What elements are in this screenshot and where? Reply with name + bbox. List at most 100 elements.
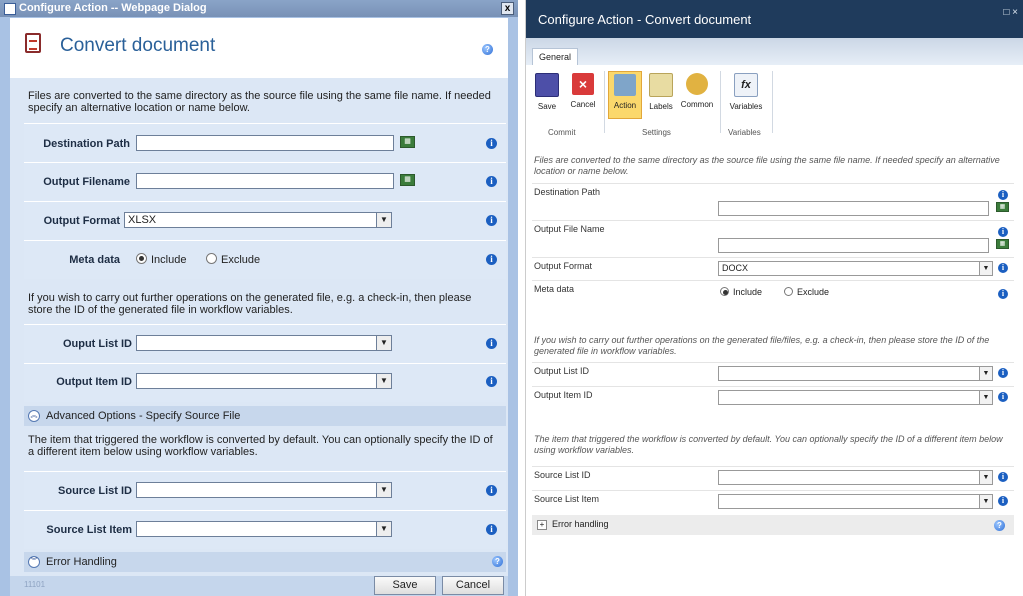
- source-list-item-label: Source List Item: [534, 494, 600, 504]
- chevron-down-icon[interactable]: ▼: [979, 391, 992, 404]
- output-format-select[interactable]: XLSX ▼: [124, 212, 392, 228]
- radio-exclude[interactable]: [784, 287, 793, 296]
- ribbon: Save × Cancel Action Labels Common fx Va…: [526, 65, 1023, 139]
- action-icon: [614, 74, 636, 96]
- meta-exclude-option[interactable]: Exclude: [206, 253, 260, 266]
- info-icon[interactable]: i: [998, 392, 1008, 402]
- radio-include[interactable]: [136, 253, 147, 264]
- info-icon[interactable]: i: [486, 138, 497, 149]
- info-icon[interactable]: i: [486, 176, 497, 187]
- ribbon-save-label: Save: [537, 102, 557, 111]
- form-content: Files are converted to the same director…: [526, 138, 1023, 596]
- info-icon[interactable]: i: [486, 254, 497, 265]
- info-icon[interactable]: i: [486, 524, 497, 535]
- info-icon[interactable]: i: [486, 376, 497, 387]
- address-book-icon[interactable]: ▦: [996, 239, 1009, 249]
- output-list-id-select[interactable]: ▼: [718, 366, 993, 381]
- source-list-id-label: Source List ID: [534, 470, 591, 480]
- output-list-id-select[interactable]: ▼: [136, 335, 392, 351]
- destination-path-label: Destination Path: [43, 138, 130, 150]
- close-button[interactable]: x: [501, 2, 514, 15]
- ribbon-cancel-button[interactable]: × Cancel: [566, 71, 600, 119]
- info-icon[interactable]: i: [486, 215, 497, 226]
- cancel-button[interactable]: Cancel: [442, 576, 504, 595]
- collapse-icon[interactable]: ︽: [28, 410, 40, 422]
- ribbon-save-button[interactable]: Save: [530, 71, 564, 119]
- radio-include[interactable]: [720, 287, 729, 296]
- meta-exclude-label: Exclude: [221, 254, 261, 266]
- meta-include-option[interactable]: Include: [136, 253, 186, 266]
- chevron-down-icon[interactable]: ▼: [979, 367, 992, 380]
- error-handling-label: Error handling: [552, 519, 609, 529]
- tab-general[interactable]: General: [532, 48, 579, 65]
- help-icon[interactable]: ?: [492, 556, 503, 567]
- output-format-label: Output Format: [43, 215, 120, 227]
- dialog-footer: 11101 Save Cancel: [10, 576, 508, 596]
- chevron-down-icon[interactable]: ▼: [376, 483, 391, 497]
- address-book-icon[interactable]: ▦: [400, 174, 415, 186]
- meta-include-option[interactable]: Include: [720, 287, 762, 297]
- address-book-icon[interactable]: ▦: [400, 136, 415, 148]
- source-list-item-select[interactable]: ▼: [136, 521, 392, 537]
- ribbon-dialog-right: Configure Action - Convert document □ × …: [525, 0, 1023, 596]
- window-titlebar: Configure Action - Convert document □ ×: [526, 0, 1023, 38]
- ribbon-variables-button[interactable]: fx Variables: [726, 71, 766, 119]
- output-item-id-select[interactable]: ▼: [718, 390, 993, 405]
- chevron-down-icon[interactable]: ▼: [376, 374, 391, 388]
- chevron-down-icon[interactable]: ▼: [376, 522, 391, 536]
- chevron-down-icon[interactable]: ▼: [979, 471, 992, 484]
- help-icon[interactable]: ?: [482, 44, 493, 55]
- error-handling-section[interactable]: + Error handling ?: [532, 515, 1014, 535]
- help-icon[interactable]: ?: [994, 520, 1005, 531]
- chevron-down-icon[interactable]: ▼: [979, 495, 992, 508]
- info-icon[interactable]: i: [998, 227, 1008, 237]
- window-controls[interactable]: □ ×: [1003, 7, 1018, 18]
- expand-icon[interactable]: ︾: [28, 556, 40, 568]
- chevron-down-icon[interactable]: ▼: [376, 336, 391, 350]
- output-format-value: XLSX: [128, 214, 157, 226]
- meta-data-label: Meta data: [69, 254, 120, 266]
- output-format-select[interactable]: DOCX ▼: [718, 261, 993, 276]
- meta-exclude-option[interactable]: Exclude: [784, 287, 829, 297]
- source-list-id-select[interactable]: ▼: [136, 482, 392, 498]
- meta-include-label: Include: [733, 287, 763, 297]
- ribbon-labels-label: Labels: [649, 102, 673, 111]
- source-list-id-select[interactable]: ▼: [718, 470, 993, 485]
- page-title: Convert document: [60, 35, 216, 56]
- source-list-item-select[interactable]: ▼: [718, 494, 993, 509]
- destination-path-input[interactable]: [718, 201, 989, 216]
- info-icon[interactable]: i: [486, 485, 497, 496]
- ribbon-common-label: Common: [680, 100, 714, 109]
- output-list-id-label: Ouput List ID: [62, 338, 132, 350]
- ribbon-labels-button[interactable]: Labels: [644, 71, 678, 119]
- info-icon[interactable]: i: [998, 263, 1008, 273]
- info-icon[interactable]: i: [486, 338, 497, 349]
- output-item-id-select[interactable]: ▼: [136, 373, 392, 389]
- output-file-name-input[interactable]: [718, 238, 989, 253]
- source-note-text: The item that triggered the workflow is …: [28, 434, 493, 458]
- advanced-options-section[interactable]: ︽ Advanced Options - Specify Source File: [24, 406, 506, 426]
- save-icon: [535, 73, 559, 97]
- info-icon[interactable]: i: [998, 289, 1008, 299]
- output-filename-input[interactable]: [136, 173, 394, 189]
- info-icon[interactable]: i: [998, 368, 1008, 378]
- expand-icon[interactable]: +: [537, 520, 547, 530]
- further-operations-text: If you wish to carry out further operati…: [534, 335, 990, 356]
- meta-data-row: Meta data Include Exclude i: [532, 280, 1014, 305]
- output-format-value: DOCX: [722, 263, 749, 273]
- ribbon-action-button[interactable]: Action: [608, 71, 642, 119]
- radio-exclude[interactable]: [206, 253, 217, 264]
- group-separator: [772, 71, 773, 133]
- info-icon[interactable]: i: [998, 496, 1008, 506]
- info-icon[interactable]: i: [998, 190, 1008, 200]
- chevron-down-icon[interactable]: ▼: [376, 213, 391, 227]
- destination-path-input[interactable]: [136, 135, 394, 151]
- address-book-icon[interactable]: ▦: [996, 202, 1009, 212]
- error-handling-section[interactable]: ︾ Error Handling ?: [24, 552, 506, 572]
- ribbon-common-button[interactable]: Common: [680, 71, 714, 119]
- info-icon[interactable]: i: [998, 472, 1008, 482]
- output-format-row: Output Format DOCX ▼ i: [532, 257, 1014, 280]
- save-button[interactable]: Save: [374, 576, 436, 595]
- destination-path-label: Destination Path: [534, 187, 601, 197]
- chevron-down-icon[interactable]: ▼: [979, 262, 992, 275]
